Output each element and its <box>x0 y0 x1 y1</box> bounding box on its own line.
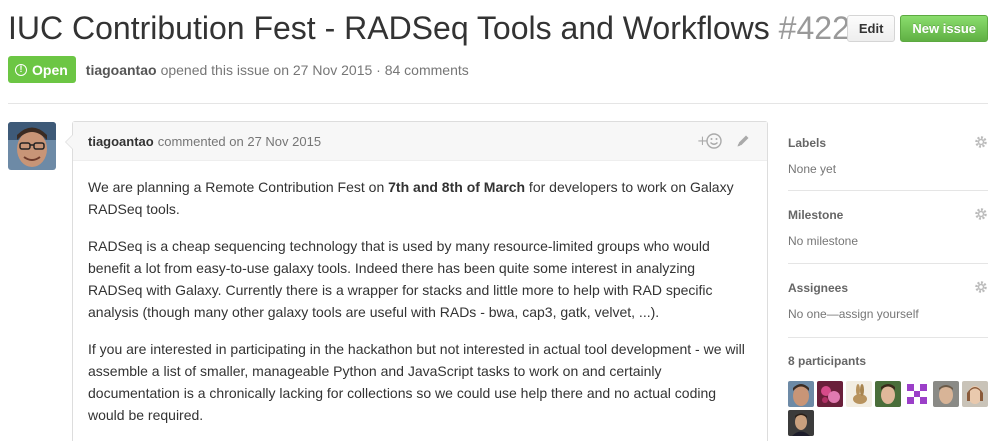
comment-body: We are planning a Remote Contribution Fe… <box>73 161 767 426</box>
comment-paragraph-1: We are planning a Remote Contribution Fe… <box>88 176 752 220</box>
milestone-value: No milestone <box>788 234 859 248</box>
issue-number: #422 <box>778 10 850 46</box>
participant-avatar[interactable] <box>933 381 959 407</box>
issue-opened-text: opened this issue on 27 Nov 2015 · 84 co… <box>160 61 469 78</box>
comment-actions: + <box>697 132 751 153</box>
participants-title: 8 participants <box>788 354 867 368</box>
milestone-gear-icon[interactable] <box>974 207 988 221</box>
participant-avatar[interactable] <box>788 381 814 407</box>
labels-section: Labels None yet <box>788 121 988 191</box>
header-actions: Edit New issue <box>846 15 988 42</box>
labels-title: Labels <box>788 136 827 150</box>
labels-value: None yet <box>788 162 837 176</box>
assignees-value[interactable]: No one—assign yourself <box>788 306 988 322</box>
participant-avatar[interactable] <box>875 381 901 407</box>
state-badge: ! Open <box>8 56 76 83</box>
participant-avatar[interactable] <box>846 381 872 407</box>
issue-title: IUC Contribution Fest - RADSeq Tools and… <box>8 8 850 48</box>
p1-text-start: We are planning a Remote Contribution Fe… <box>88 179 389 195</box>
new-issue-button[interactable]: New issue <box>900 15 988 42</box>
assignees-gear-icon[interactable] <box>974 280 988 294</box>
comment-box: tiagoantao commented on 27 Nov 2015 + We… <box>65 121 768 441</box>
participant-avatar[interactable] <box>788 410 814 436</box>
pencil-icon[interactable] <box>735 133 751 152</box>
assignees-title: Assignees <box>788 281 849 295</box>
issue-opened-icon: ! <box>15 63 27 76</box>
issue-author-link[interactable]: tiagoantao <box>86 62 157 78</box>
comment-paragraph-3: If you are interested in participating i… <box>88 341 745 423</box>
issue-meta: ! Open tiagoantao opened this issue on 2… <box>8 56 469 83</box>
issue-sidebar: Labels None yet Milestone No milestone A… <box>788 121 988 436</box>
participant-avatar[interactable] <box>904 381 930 407</box>
participant-avatar[interactable] <box>962 381 988 407</box>
participants-section: 8 participants <box>788 338 988 436</box>
comment-author-avatar[interactable] <box>8 122 56 170</box>
comment-author[interactable]: tiagoantao <box>88 134 154 149</box>
participant-avatar[interactable] <box>817 381 843 407</box>
comment-header: tiagoantao commented on 27 Nov 2015 + <box>73 122 767 161</box>
participants-avatars <box>788 381 993 436</box>
svg-text:+: + <box>697 134 708 149</box>
issue-title-text: IUC Contribution Fest - RADSeq Tools and… <box>8 10 770 46</box>
milestone-title: Milestone <box>788 208 844 222</box>
assignees-section: Assignees No one—assign yourself <box>788 264 988 338</box>
edit-button[interactable]: Edit <box>846 15 896 42</box>
p1-bold-dates: 7th and 8th of March <box>388 179 526 195</box>
labels-gear-icon[interactable] <box>974 135 988 149</box>
header-divider <box>8 103 988 104</box>
comment-timestamp[interactable]: commented on 27 Nov 2015 <box>158 134 321 149</box>
milestone-section: Milestone No milestone <box>788 191 988 264</box>
comment-paragraph-2: RADSeq is a cheap sequencing technology … <box>88 238 713 320</box>
add-reaction-icon[interactable]: + <box>697 132 723 153</box>
state-label: Open <box>32 61 68 78</box>
